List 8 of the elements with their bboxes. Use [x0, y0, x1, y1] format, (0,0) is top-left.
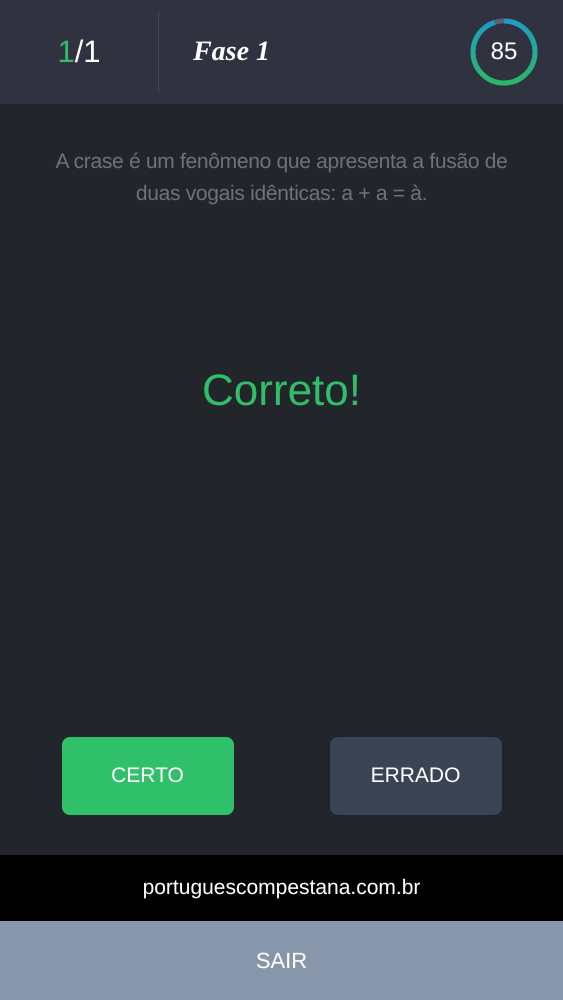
answer-button[interactable]: ERRADO — [330, 737, 502, 815]
question-total: /1 — [74, 34, 101, 70]
timer-ring: 85 — [469, 17, 539, 87]
website-link[interactable]: portuguescompestana.com.br — [142, 876, 420, 900]
feedback-text: Correto! — [202, 366, 361, 416]
phase-title: Fase 1 — [192, 36, 271, 68]
statement-text: A crase é um fenômeno que apresenta a fusão de duas vogais idênticas: a + a = à. — [54, 149, 508, 207]
question-number: 1 — [57, 34, 75, 70]
